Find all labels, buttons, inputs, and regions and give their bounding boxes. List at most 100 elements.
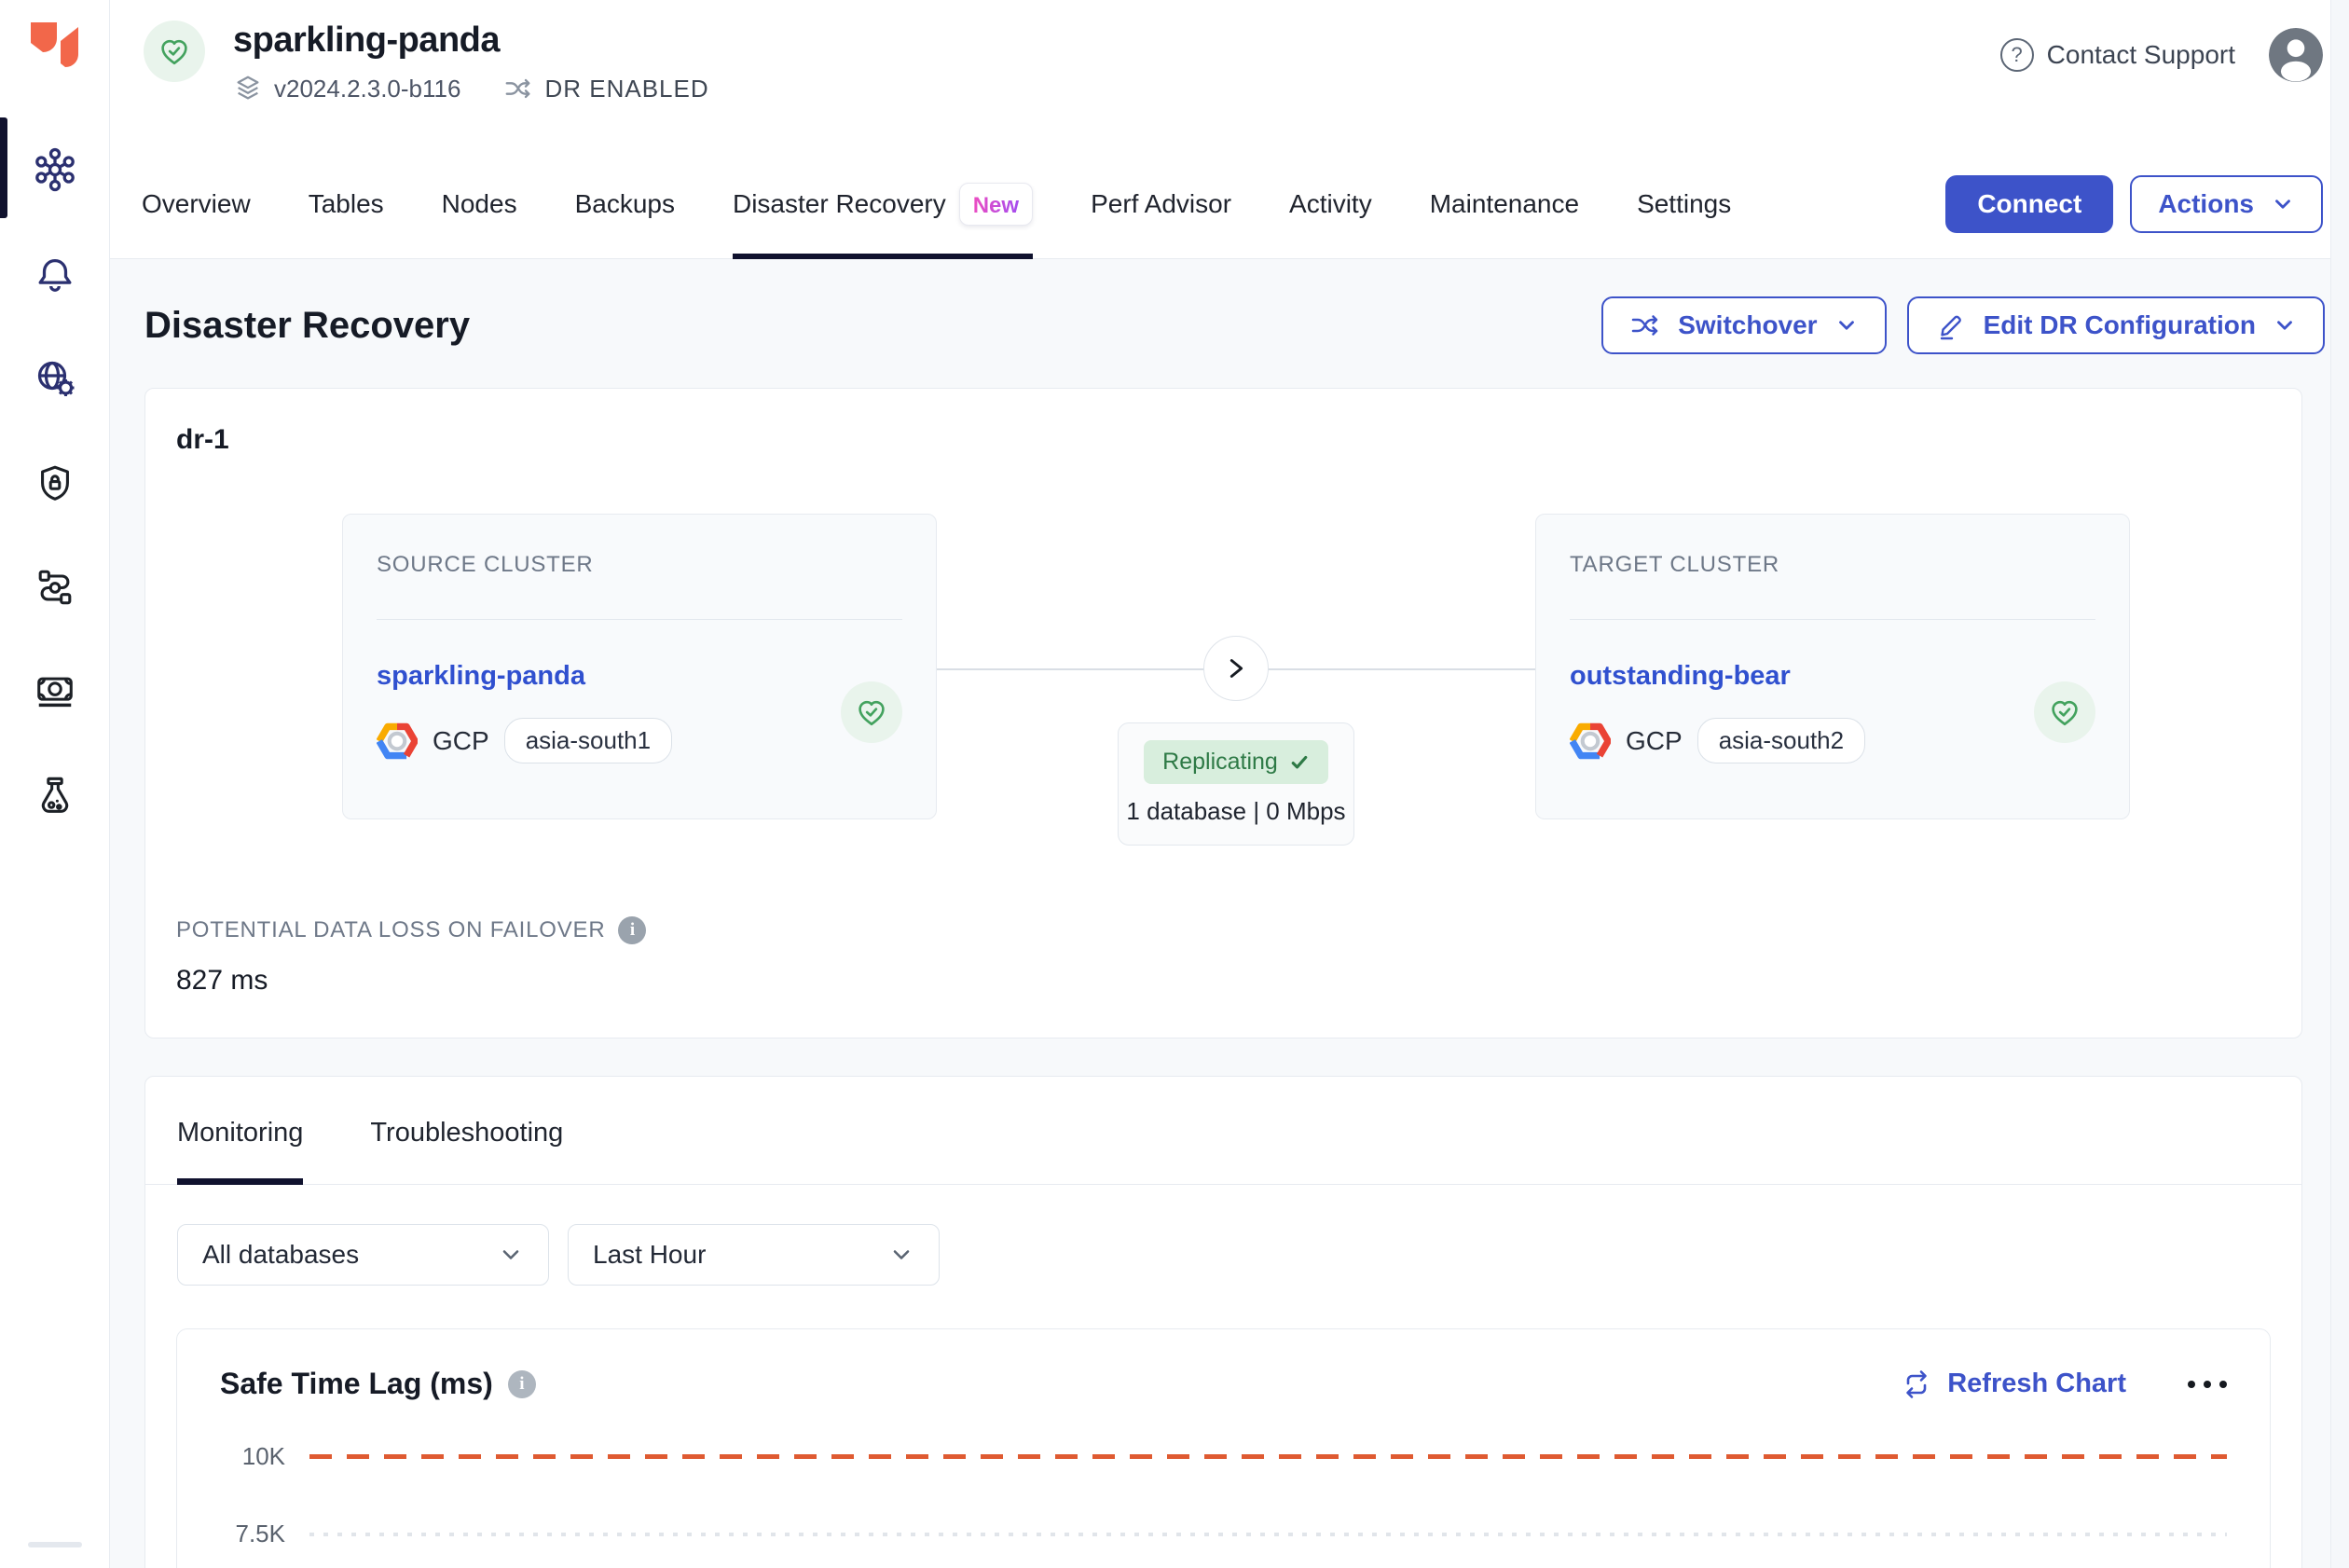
replication-detail: 1 database | 0 Mbps [1119, 797, 1353, 826]
target-health-badge [2034, 681, 2095, 743]
switchover-button[interactable]: Switchover [1601, 296, 1886, 354]
tab-settings[interactable]: Settings [1637, 149, 1731, 258]
page-title: Disaster Recovery [144, 305, 470, 347]
sidebar-item-labs[interactable] [33, 774, 77, 818]
gcp-logo-icon [1570, 722, 1611, 760]
source-cluster-link[interactable]: sparkling-panda [377, 661, 585, 691]
dr-enabled-badge: DR ENABLED [503, 74, 708, 103]
security-shield-icon [34, 461, 76, 504]
potential-data-loss: POTENTIAL DATA LOSS ON FAILOVER i 827 ms [176, 916, 2301, 997]
target-cluster-link[interactable]: outstanding-bear [1570, 661, 1791, 691]
target-cluster-label: TARGET CLUSTER [1570, 552, 2095, 578]
edit-dr-configuration-button[interactable]: Edit DR Configuration [1907, 296, 2325, 354]
source-cluster-label: SOURCE CLUSTER [377, 552, 902, 578]
cluster-tab-bar: Overview Tables Nodes Backups Disaster R… [110, 149, 2330, 259]
contact-support-label: Contact Support [2047, 40, 2235, 70]
labs-flask-icon [34, 775, 76, 818]
version-info: v2024.2.3.0-b116 [233, 74, 460, 103]
billing-icon [34, 670, 76, 713]
y-tick-10k: 10K [220, 1442, 285, 1471]
divider [1570, 619, 2095, 620]
network-globe-icon [33, 356, 77, 401]
time-range-select[interactable]: Last Hour [568, 1224, 940, 1286]
tab-activity[interactable]: Activity [1289, 149, 1372, 258]
replication-status-pill: Replicating [1144, 740, 1328, 784]
gridline [309, 1533, 2227, 1536]
sidebar-active-indicator [0, 117, 7, 218]
target-region-chip: asia-south2 [1697, 718, 1865, 763]
info-icon[interactable]: i [508, 1370, 536, 1398]
shuffle-icon [1629, 309, 1661, 341]
cluster-name-title: sparkling-panda [233, 21, 709, 61]
tab-maintenance[interactable]: Maintenance [1430, 149, 1579, 258]
sidebar-item-billing[interactable] [33, 669, 77, 714]
more-options-icon[interactable] [2188, 1381, 2227, 1388]
chevron-down-icon [2273, 313, 2297, 337]
shuffle-icon [503, 74, 533, 103]
connect-button[interactable]: Connect [1945, 175, 2113, 233]
check-icon [1289, 752, 1310, 773]
sidebar-item-alerts[interactable] [33, 252, 77, 296]
target-provider: GCP [1626, 726, 1683, 756]
chart-title: Safe Time Lag (ms) [220, 1367, 493, 1401]
app-window: sparkling-panda v2024.2.3.0-b116 DR E [0, 0, 2349, 1568]
replication-connector: Replicating 1 database | 0 Mbps [937, 514, 1535, 819]
monitoring-card: Monitoring Troubleshooting All databases… [144, 1076, 2302, 1568]
info-icon[interactable]: i [618, 916, 646, 944]
data-loss-label: POTENTIAL DATA LOSS ON FAILOVER [176, 917, 605, 943]
main-column: sparkling-panda v2024.2.3.0-b116 DR E [110, 0, 2330, 1568]
refresh-icon [1901, 1369, 1932, 1400]
dr-config-name: dr-1 [176, 424, 2301, 456]
tab-monitoring[interactable]: Monitoring [177, 1077, 303, 1184]
layers-icon [233, 74, 263, 103]
chevron-down-icon [1834, 313, 1859, 337]
sidebar-item-clusters[interactable] [33, 147, 77, 192]
threshold-line [309, 1454, 2227, 1459]
monitoring-tab-bar: Monitoring Troubleshooting [145, 1077, 2301, 1185]
actions-button[interactable]: Actions [2130, 175, 2323, 233]
cluster-health-badge [144, 21, 205, 82]
tab-perf-advisor[interactable]: Perf Advisor [1091, 149, 1231, 258]
replication-status-box: Replicating 1 database | 0 Mbps [1118, 722, 1354, 846]
divider [377, 619, 902, 620]
refresh-chart-button[interactable]: Refresh Chart [1901, 1369, 2126, 1400]
sidebar-scroll-handle [28, 1542, 82, 1547]
yugabyte-logo[interactable] [28, 21, 82, 69]
dr-enabled-label: DR ENABLED [544, 75, 708, 103]
sidebar-item-integrations[interactable] [33, 565, 77, 610]
database-filter-select[interactable]: All databases [177, 1224, 549, 1286]
tab-disaster-recovery[interactable]: Disaster Recovery New [733, 149, 1033, 258]
refresh-chart-label: Refresh Chart [1947, 1369, 2126, 1399]
contact-support-link[interactable]: ? Contact Support [2000, 38, 2235, 72]
tab-tables[interactable]: Tables [309, 149, 384, 258]
sidebar-item-network[interactable] [33, 356, 77, 401]
replication-status-label: Replicating [1162, 749, 1278, 776]
safe-time-lag-chart-card: Safe Time Lag (ms) i Refresh Chart [176, 1328, 2271, 1568]
version-label: v2024.2.3.0-b116 [274, 75, 460, 103]
tab-overview[interactable]: Overview [142, 149, 251, 258]
chevron-right-icon [1220, 653, 1252, 684]
alerts-bell-icon [34, 253, 76, 296]
source-cluster-card: SOURCE CLUSTER sparkling-panda [342, 514, 937, 819]
chevron-down-icon [498, 1242, 524, 1268]
pencil-icon [1935, 309, 1967, 341]
tab-nodes[interactable]: Nodes [442, 149, 517, 258]
heart-check-icon [855, 695, 888, 729]
chevron-down-icon [2271, 192, 2295, 216]
chevron-down-icon [888, 1242, 914, 1268]
heart-check-icon [2048, 695, 2081, 729]
source-provider: GCP [433, 726, 489, 756]
content-area: Disaster Recovery Switchover [110, 259, 2330, 1568]
page-scrollbar[interactable] [2330, 0, 2349, 1568]
user-avatar[interactable] [2269, 28, 2323, 82]
chart-plot-area: 10K 7.5K [220, 1442, 2227, 1548]
tab-troubleshooting[interactable]: Troubleshooting [370, 1077, 563, 1184]
tab-backups[interactable]: Backups [575, 149, 675, 258]
database-filter-value: All databases [202, 1240, 359, 1270]
new-badge: New [959, 183, 1033, 226]
sidebar-item-security[interactable] [33, 461, 77, 505]
clusters-icon [33, 147, 77, 192]
dr-config-card: dr-1 SOURCE CLUSTER sparkling-panda [144, 388, 2302, 1038]
source-region-chip: asia-south1 [504, 718, 672, 763]
source-health-badge [841, 681, 902, 743]
